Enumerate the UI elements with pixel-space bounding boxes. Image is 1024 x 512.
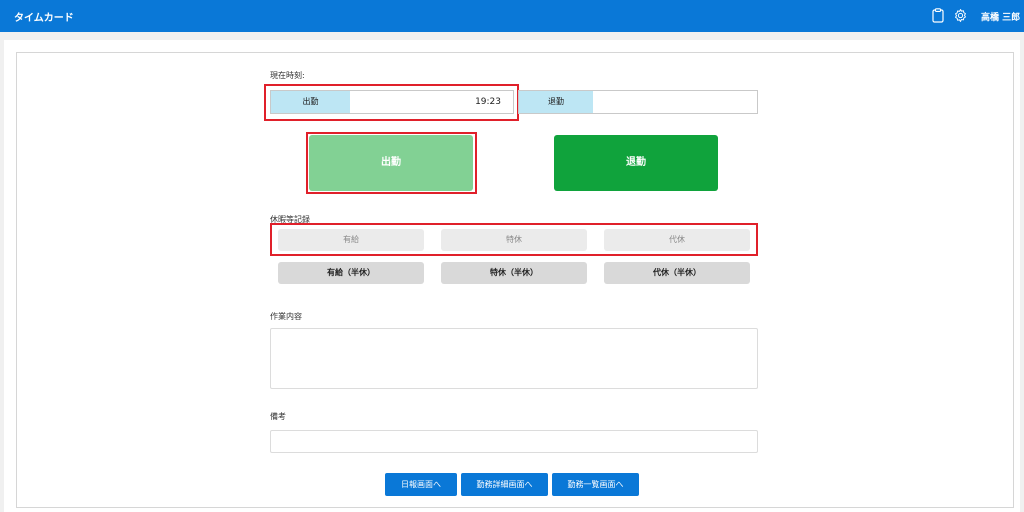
work-content-label: 作業内容: [270, 312, 302, 321]
special-half-leave-button[interactable]: 特休（半休）: [441, 262, 587, 284]
app-title: タイムカード: [14, 13, 74, 24]
clock-out-time-field: 退勤: [518, 90, 758, 114]
compensatory-leave-button[interactable]: 代休: [604, 229, 750, 251]
clock-out-button[interactable]: 退勤: [554, 135, 718, 191]
work-content-input[interactable]: [270, 328, 758, 389]
work-detail-button[interactable]: 勤務詳細画面へ: [461, 473, 548, 496]
clock-in-tag: 出勤: [271, 91, 350, 113]
notes-input[interactable]: [270, 430, 758, 453]
paid-leave-button[interactable]: 有給: [278, 229, 424, 251]
work-list-button[interactable]: 勤務一覧画面へ: [552, 473, 639, 496]
clipboard-icon[interactable]: [932, 8, 944, 23]
user-name[interactable]: 高橋 三郎: [981, 10, 1020, 23]
clock-in-time: 19:23: [475, 97, 501, 107]
current-time-label: 現在時刻:: [270, 71, 305, 80]
paid-half-leave-button[interactable]: 有給（半休）: [278, 262, 424, 284]
compensatory-half-leave-button[interactable]: 代休（半休）: [604, 262, 750, 284]
clock-out-tag: 退勤: [519, 91, 593, 113]
gear-icon[interactable]: [953, 8, 968, 23]
notes-label: 備考: [270, 412, 286, 421]
clock-in-time-field: 出勤 19:23: [270, 90, 514, 114]
clock-in-button[interactable]: 出勤: [309, 135, 473, 191]
daily-report-button[interactable]: 日報画面へ: [385, 473, 457, 496]
app-header: タイムカード 高橋 三郎: [0, 0, 1024, 32]
special-leave-button[interactable]: 特休: [441, 229, 587, 251]
